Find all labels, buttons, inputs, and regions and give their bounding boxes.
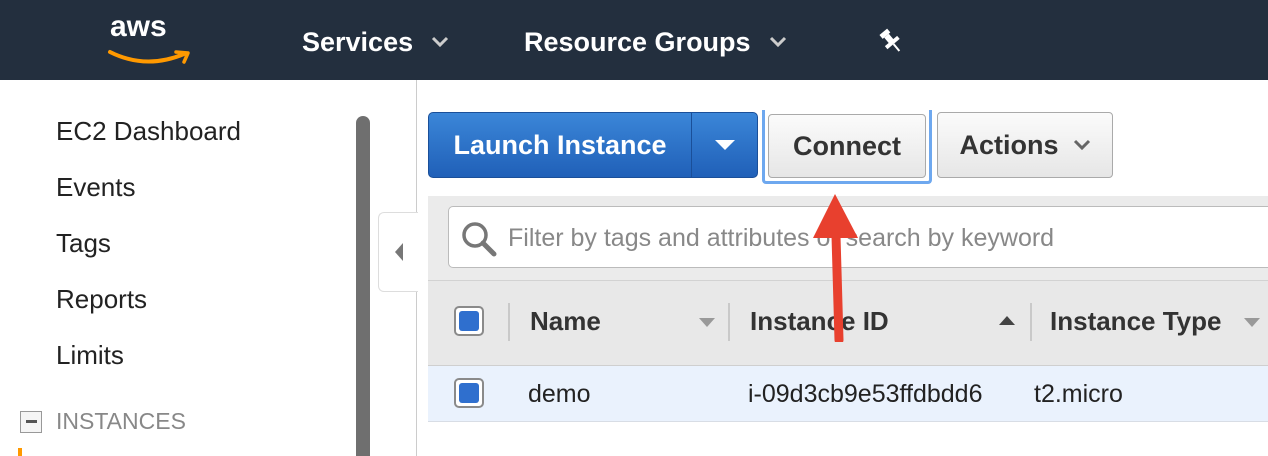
sidebar-section-label: INSTANCES	[56, 408, 186, 434]
column-separator	[728, 303, 730, 341]
search-icon	[462, 222, 497, 257]
sidebar-item-limits[interactable]: Limits	[56, 340, 124, 371]
annotation-arrow-icon	[813, 194, 858, 342]
caret-down-icon	[715, 140, 735, 150]
sidebar-item-ec2-dashboard[interactable]: EC2 Dashboard	[56, 116, 241, 147]
resource-groups-menu-label: Resource Groups	[524, 26, 751, 57]
row-instance-id: i-09d3cb9e53ffdbdd6	[748, 380, 983, 408]
sort-instance-id-icon[interactable]	[999, 316, 1015, 325]
column-header-instance-type[interactable]: Instance Type	[1050, 306, 1221, 337]
launch-instance-button[interactable]: Launch Instance	[429, 113, 691, 177]
filter-search-input[interactable]	[508, 218, 1248, 258]
connect-button[interactable]: Connect	[768, 114, 926, 178]
column-header-name[interactable]: Name	[530, 306, 601, 337]
row-name: demo	[528, 380, 591, 408]
chevron-down-icon	[769, 36, 786, 48]
sidebar-section-instances[interactable]: INSTANCES	[20, 408, 186, 435]
sidebar-item-tags[interactable]: Tags	[56, 228, 111, 259]
launch-instance-dropdown[interactable]	[692, 113, 758, 177]
column-separator	[1030, 303, 1032, 341]
sort-instance-type-icon[interactable]	[1244, 318, 1260, 327]
row-checkbox[interactable]	[454, 378, 484, 408]
aws-logo[interactable]: aws	[106, 10, 198, 68]
launch-instance-button-group: Launch Instance	[428, 112, 758, 178]
sidebar-item-reports[interactable]: Reports	[56, 284, 147, 315]
active-item-marker	[18, 448, 22, 456]
sidebar-scrollbar[interactable]	[356, 116, 370, 456]
row-instance-type: t2.micro	[1034, 380, 1123, 408]
sort-name-icon[interactable]	[699, 318, 715, 327]
resource-groups-menu[interactable]: Resource Groups	[524, 24, 787, 60]
top-navigation-bar: aws Services Resource Groups	[0, 0, 1268, 80]
services-menu-label: Services	[302, 26, 414, 57]
services-menu[interactable]: Services	[302, 24, 449, 60]
sidebar-item-events[interactable]: Events	[56, 172, 136, 203]
aws-logo-text: aws	[110, 10, 167, 43]
collapse-section-icon[interactable]	[20, 410, 42, 433]
chevron-down-icon	[432, 36, 449, 48]
actions-button-label: Actions	[959, 129, 1059, 160]
aws-smile-icon	[108, 50, 190, 64]
select-all-checkbox[interactable]	[454, 306, 484, 336]
chevron-down-icon	[1073, 139, 1090, 151]
chevron-left-icon	[394, 243, 403, 261]
pin-icon[interactable]	[876, 26, 906, 56]
column-separator	[508, 303, 510, 341]
collapse-sidebar-button[interactable]	[378, 212, 418, 292]
actions-button[interactable]: Actions	[937, 112, 1113, 178]
